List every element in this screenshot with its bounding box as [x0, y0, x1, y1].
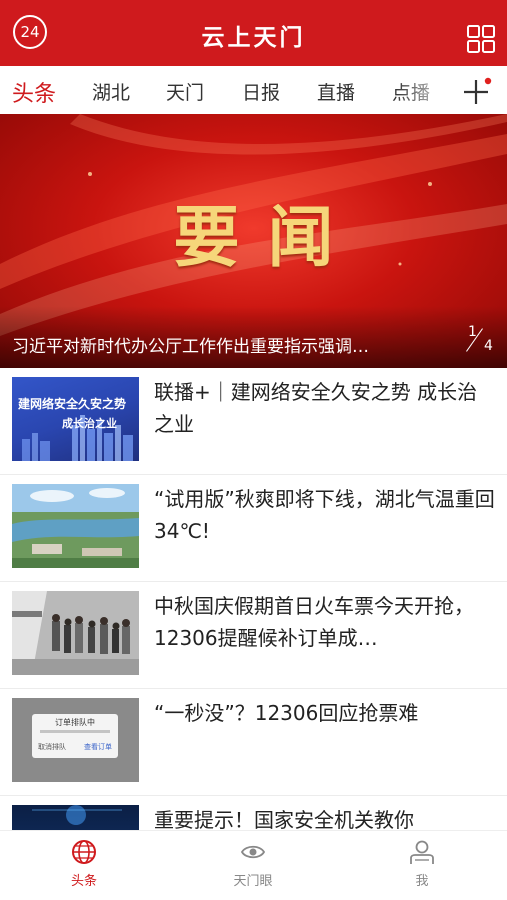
news-thumbnail [12, 484, 139, 568]
grid-menu-icon[interactable] [466, 24, 496, 54]
tab-headlines[interactable]: 头条 [12, 76, 56, 108]
thumb-dialog: 订单排队中 取消排队 查看订单 [32, 714, 118, 758]
bottom-navigation: 头条 天门眼 我 [0, 830, 507, 900]
banner-pager: 1 4 [466, 322, 502, 362]
news-item[interactable]: 重要提示！国家安全机关教你 [0, 796, 507, 830]
news-item[interactable]: “试用版”秋爽即将下线，湖北气温重回34℃! [0, 475, 507, 582]
banner-caption: 习近平对新时代办公厅工作作出重要指示强调… [12, 337, 369, 357]
tab-live[interactable]: 直播 [317, 78, 355, 105]
news-list: 建网络安全久安之势 成长治之业 联播+｜建网络安全久安之势 成长治之业 “试用版… [0, 368, 507, 830]
thumb-dialog-cancel: 取消排队 [38, 743, 66, 751]
app-header: 24 云上天门 [0, 0, 507, 66]
news-title: 重要提示！国家安全机关教你 [154, 808, 414, 830]
nav-label: 天门眼 [233, 874, 273, 889]
tab-daily[interactable]: 日报 [242, 78, 280, 105]
nav-label: 头条 [70, 874, 97, 889]
app-title: 云上天门 [201, 24, 306, 51]
news-title: “试用版”秋爽即将下线，湖北气温重回34℃! [154, 487, 495, 543]
landscape-photo [12, 484, 139, 568]
news-thumbnail [12, 805, 139, 830]
eye-icon [240, 845, 266, 859]
news-thumbnail [12, 591, 139, 675]
news-title: 中秋国庆假期首日火车票今天开抢，12306提醒候补订单成… [154, 594, 474, 650]
news-title: “一秒没”？12306回应抢票难 [154, 701, 419, 725]
pager-total: 4 [484, 338, 493, 354]
thumb-text-line-1: 建网络安全久安之势 [18, 397, 127, 411]
tab-tianmen[interactable]: 天门 [166, 78, 204, 105]
cyber-security-image [32, 805, 122, 825]
train-station-photo [12, 591, 139, 675]
channel-tabs: 头条 湖北 天门 日报 直播 点播 [0, 66, 507, 114]
headline-banner[interactable]: 要闻 习近平对新时代办公厅工作作出重要指示强调… 1 4 [0, 114, 507, 368]
news-item[interactable]: 订单排队中 取消排队 查看订单 “一秒没”？12306回应抢票难 [0, 689, 507, 796]
news-title: 联播+｜建网络安全久安之势 成长治之业 [154, 380, 478, 436]
globe-icon [72, 840, 96, 864]
news-thumbnail: 订单排队中 取消排队 查看订单 [12, 698, 139, 782]
tab-hubei[interactable]: 湖北 [92, 78, 130, 105]
thumb-dialog-title: 订单排队中 [55, 718, 95, 727]
news-item[interactable]: 建网络安全久安之势 成长治之业 联播+｜建网络安全久安之势 成长治之业 [0, 368, 507, 475]
banner-title: 要闻 [173, 198, 362, 276]
news-item[interactable]: 中秋国庆假期首日火车票今天开抢，12306提醒候补订单成… [0, 582, 507, 689]
nav-headlines[interactable]: 头条 [34, 839, 134, 889]
nav-tianmen-eye[interactable]: 天门眼 [203, 839, 303, 889]
nav-label: 我 [415, 874, 429, 889]
tab-fade-overlay [395, 66, 455, 114]
news-thumbnail: 建网络安全久安之势 成长治之业 [12, 377, 139, 461]
thumb-dialog-view: 查看订单 [84, 743, 112, 751]
thumb-dialog-line [40, 730, 110, 733]
nav-me[interactable]: 我 [372, 839, 472, 889]
add-channel-icon[interactable] [462, 76, 492, 106]
user-icon [410, 840, 434, 864]
thumb-text-line-2: 成长治之业 [62, 417, 117, 430]
